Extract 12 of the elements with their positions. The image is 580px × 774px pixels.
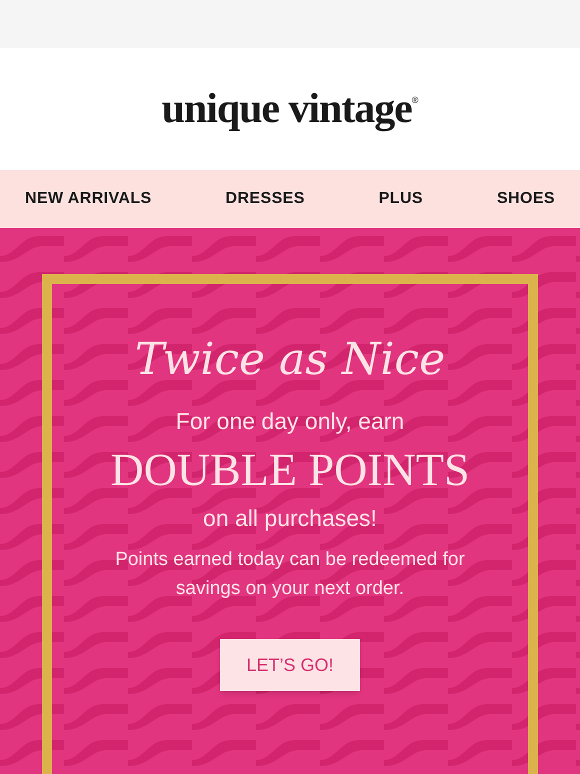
promo-headline: DOUBLE POINTS	[110, 446, 470, 492]
nav-link[interactable]: PLUS	[378, 187, 424, 211]
promo-title: Twice as Nice	[134, 338, 446, 382]
nav-link[interactable]: SHOES	[496, 187, 555, 211]
logo: unique vintage	[162, 88, 412, 130]
nav-link[interactable]: NEW ARRIVALS	[25, 187, 152, 211]
promo-note: Points earned today can be redeemed for savings on your next order.	[114, 548, 466, 601]
promo-subtitle: on all purchases!	[203, 504, 377, 533]
lets-go-button[interactable]: LET’S GO!	[220, 639, 360, 691]
promo-subtitle: For one day only, earn	[176, 407, 404, 436]
nav-link[interactable]: DRESSES	[226, 187, 305, 211]
registered-mark: ®	[412, 95, 418, 105]
